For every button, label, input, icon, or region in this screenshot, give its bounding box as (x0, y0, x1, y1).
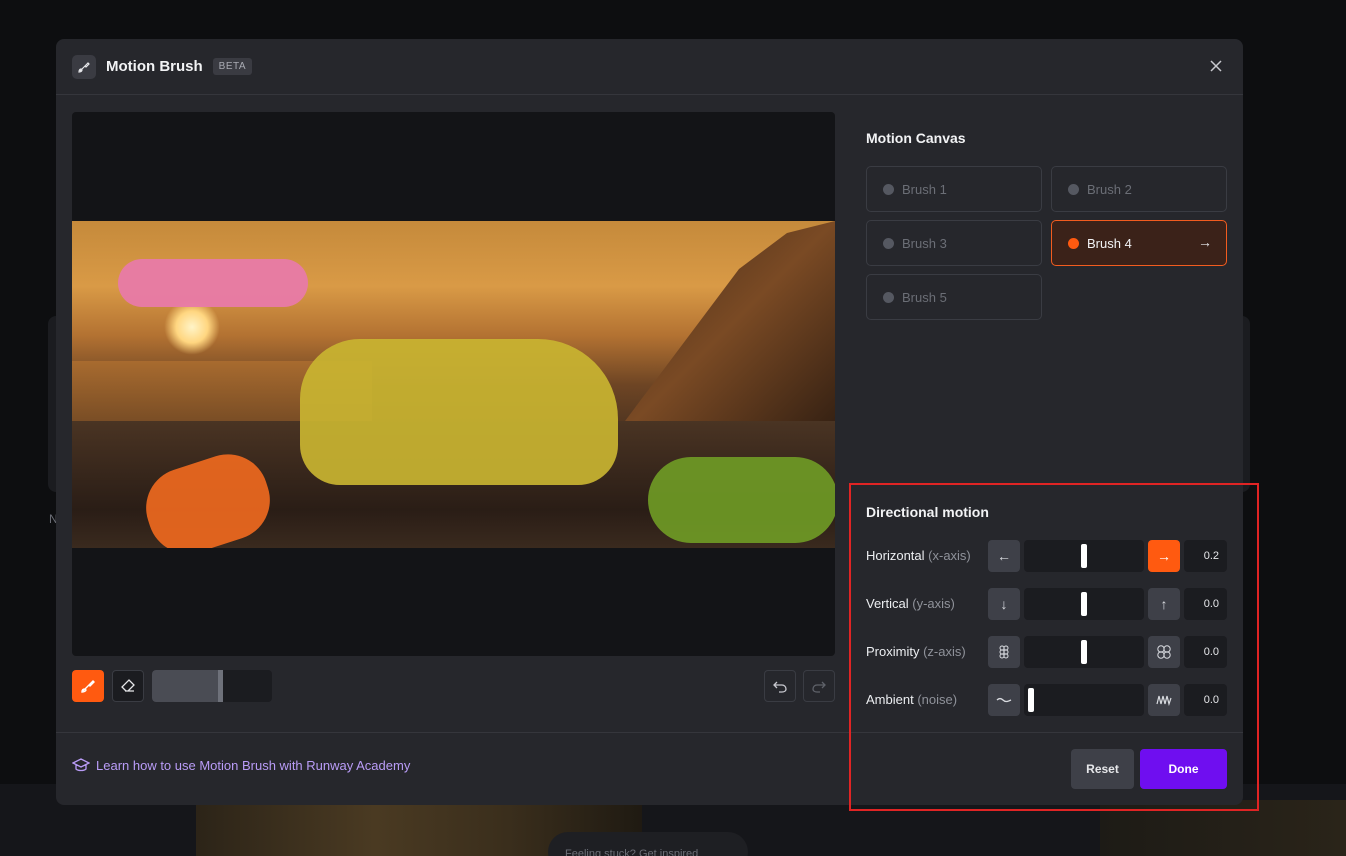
brush-1-button[interactable]: Brush 1 (866, 166, 1042, 212)
brush-label: Brush 1 (902, 181, 947, 197)
row-label-text: Proximity (866, 644, 920, 659)
arrow-right-icon: → (1198, 234, 1212, 250)
motion-brush-modal: Motion Brush BETA Learn how to use Motio… (56, 39, 1243, 805)
brush-size-thumb[interactable] (218, 670, 223, 702)
arrow-right-icon[interactable]: → (1148, 540, 1180, 572)
proximity-value[interactable]: 0.0 (1184, 636, 1227, 668)
image-sun (164, 299, 220, 355)
horizontal-motion-row: Horizontal (x-axis) ← → 0.2 (866, 540, 1243, 572)
row-label-axis: (z-axis) (923, 644, 966, 659)
row-label-text: Ambient (866, 692, 914, 707)
horizontal-value[interactable]: 0.2 (1184, 540, 1227, 572)
modal-title: Motion Brush (106, 58, 203, 75)
brush-label: Brush 2 (1087, 181, 1132, 197)
motion-canvas-title: Motion Canvas (866, 130, 966, 146)
brush-5-button[interactable]: Brush 5 (866, 274, 1042, 320)
brush-color-dot (883, 183, 894, 195)
background-thumbnail (1100, 800, 1346, 856)
ambient-slider[interactable] (1024, 684, 1144, 716)
reset-button[interactable]: Reset (1071, 749, 1134, 789)
ambient-motion-row: Ambient (noise) 0.0 (866, 684, 1243, 716)
low-noise-icon[interactable] (988, 684, 1020, 716)
brush-color-dot (883, 237, 894, 249)
redo-icon[interactable] (803, 670, 835, 702)
slider-knob[interactable] (1081, 544, 1087, 568)
arrow-left-icon[interactable]: ← (988, 540, 1020, 572)
ambient-label: Ambient (noise) (866, 692, 957, 707)
brush-label: Brush 4 (1087, 235, 1132, 251)
brush-label: Brush 3 (902, 235, 947, 251)
get-inspired-button[interactable]: Feeling stuck? Get inspired (548, 832, 748, 856)
source-image (72, 221, 835, 548)
vertical-motion-row: Vertical (y-axis) ↓ ↑ 0.0 (866, 588, 1243, 620)
proximity-label: Proximity (z-axis) (866, 644, 966, 659)
horizontal-slider[interactable] (1024, 540, 1144, 572)
row-label-axis: (x-axis) (928, 548, 971, 563)
row-label-text: Horizontal (866, 548, 925, 563)
paint-brush-icon[interactable] (72, 670, 104, 702)
proximity-slider[interactable] (1024, 636, 1144, 668)
horizontal-label: Horizontal (x-axis) (866, 548, 971, 563)
row-label-text: Vertical (866, 596, 909, 611)
done-button[interactable]: Done (1140, 749, 1227, 789)
row-label-axis: (noise) (917, 692, 958, 707)
brush-size-fill (152, 670, 218, 702)
ambient-value[interactable]: 0.0 (1184, 684, 1227, 716)
brush-stroke-yellow (300, 339, 618, 485)
brush-color-dot (1068, 183, 1079, 195)
zoom-in-icon[interactable] (1148, 636, 1180, 668)
runway-academy-link[interactable]: Learn how to use Motion Brush with Runwa… (72, 757, 410, 773)
slider-knob[interactable] (1081, 592, 1087, 616)
beta-badge: BETA (212, 58, 253, 75)
arrow-down-icon[interactable]: ↓ (988, 588, 1020, 620)
brush-size-slider[interactable] (152, 670, 272, 702)
zoom-out-icon[interactable] (988, 636, 1020, 668)
directional-motion-title: Directional motion (866, 504, 989, 520)
slider-knob[interactable] (1081, 640, 1087, 664)
eraser-icon[interactable] (112, 670, 144, 702)
brush-stroke-green (648, 457, 835, 543)
vertical-value[interactable]: 0.0 (1184, 588, 1227, 620)
slider-knob[interactable] (1028, 688, 1034, 712)
brush-color-dot (883, 291, 894, 303)
brush-2-button[interactable]: Brush 2 (1051, 166, 1227, 212)
motion-canvas-area[interactable] (72, 112, 835, 656)
motion-brush-icon (72, 54, 96, 79)
brush-4-button[interactable]: Brush 4 → (1051, 220, 1227, 266)
graduation-cap-icon (72, 758, 90, 772)
brush-stroke-pink (118, 259, 308, 307)
canvas-toolbar (72, 670, 835, 702)
vertical-label: Vertical (y-axis) (866, 596, 955, 611)
brush-color-dot (1068, 237, 1079, 249)
proximity-motion-row: Proximity (z-axis) 0.0 (866, 636, 1243, 668)
settings-panel: Motion Canvas Brush 1 Brush 2 Brush 3 Br… (866, 39, 1243, 805)
brush-3-button[interactable]: Brush 3 (866, 220, 1042, 266)
undo-icon[interactable] (764, 670, 796, 702)
arrow-up-icon[interactable]: ↑ (1148, 588, 1180, 620)
row-label-axis: (y-axis) (912, 596, 955, 611)
high-noise-icon[interactable] (1148, 684, 1180, 716)
runway-academy-link-text: Learn how to use Motion Brush with Runwa… (96, 757, 411, 773)
vertical-slider[interactable] (1024, 588, 1144, 620)
brush-label: Brush 5 (902, 289, 947, 305)
